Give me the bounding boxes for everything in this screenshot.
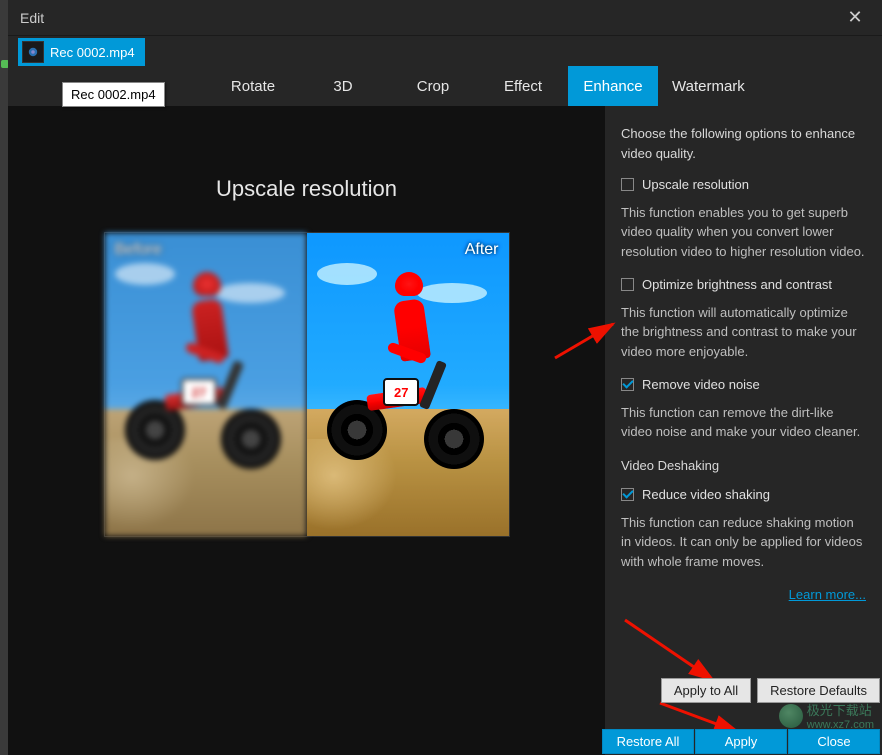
filetab-row: Rec 0002.mp4: [8, 36, 882, 66]
close-icon[interactable]: ✕: [840, 7, 870, 28]
option-optimize-desc: This function will automatically optimiz…: [621, 303, 866, 362]
before-image: Before 27: [105, 233, 307, 536]
option-denoise-label: Remove video noise: [642, 375, 760, 395]
option-denoise[interactable]: Remove video noise: [621, 375, 866, 395]
option-deshake[interactable]: Reduce video shaking: [621, 485, 866, 505]
content-area: Upscale resolution Before 27: [8, 106, 882, 755]
option-optimize[interactable]: Optimize brightness and contrast: [621, 275, 866, 295]
options-intro: Choose the following options to enhance …: [621, 124, 866, 163]
tab-effect[interactable]: Effect: [478, 66, 568, 106]
file-tab[interactable]: Rec 0002.mp4: [18, 38, 145, 66]
option-denoise-desc: This function can remove the dirt-like v…: [621, 403, 866, 442]
button-row-upper: Apply to All Restore Defaults: [661, 678, 880, 703]
tab-rotate[interactable]: Rotate: [208, 66, 298, 106]
option-upscale-label: Upscale resolution: [642, 175, 749, 195]
checkbox-deshake[interactable]: [621, 488, 634, 501]
file-tooltip: Rec 0002.mp4: [62, 82, 165, 107]
after-label: After: [465, 241, 499, 259]
option-upscale-desc: This function enables you to get superb …: [621, 203, 866, 262]
after-image: After 27: [307, 233, 509, 536]
restore-all-button[interactable]: Restore All: [602, 729, 694, 754]
edit-window: Edit ✕ Rec 0002.mp4 Rotate 3D Crop Effec…: [8, 0, 882, 755]
file-thumb-icon: [22, 41, 44, 63]
tab-watermark[interactable]: Watermark: [658, 66, 759, 106]
titlebar: Edit ✕: [8, 0, 882, 36]
close-button[interactable]: Close: [788, 729, 880, 754]
apply-to-all-button[interactable]: Apply to All: [661, 678, 751, 703]
option-deshake-desc: This function can reduce shaking motion …: [621, 513, 866, 572]
before-after-compare: Before 27 After: [104, 232, 510, 537]
restore-defaults-button[interactable]: Restore Defaults: [757, 678, 880, 703]
apply-button[interactable]: Apply: [695, 729, 787, 754]
window-title: Edit: [20, 10, 44, 26]
learn-more-link[interactable]: Learn more...: [789, 585, 866, 605]
tab-3d[interactable]: 3D: [298, 66, 388, 106]
before-label: Before: [115, 241, 162, 259]
deshake-heading: Video Deshaking: [621, 456, 866, 476]
file-tab-label: Rec 0002.mp4: [50, 45, 135, 60]
plate-number-before: 27: [181, 378, 217, 406]
options-panel: Choose the following options to enhance …: [605, 106, 882, 755]
option-upscale[interactable]: Upscale resolution: [621, 175, 866, 195]
option-deshake-label: Reduce video shaking: [642, 485, 770, 505]
option-optimize-label: Optimize brightness and contrast: [642, 275, 832, 295]
preview-pane: Upscale resolution Before 27: [8, 106, 605, 755]
plate-number-after: 27: [383, 378, 419, 406]
button-row-lower: Restore All Apply Close: [601, 729, 880, 754]
tab-enhance[interactable]: Enhance: [568, 66, 658, 106]
checkbox-optimize[interactable]: [621, 278, 634, 291]
tab-crop[interactable]: Crop: [388, 66, 478, 106]
checkbox-upscale[interactable]: [621, 178, 634, 191]
checkbox-denoise[interactable]: [621, 378, 634, 391]
preview-heading: Upscale resolution: [216, 176, 397, 202]
